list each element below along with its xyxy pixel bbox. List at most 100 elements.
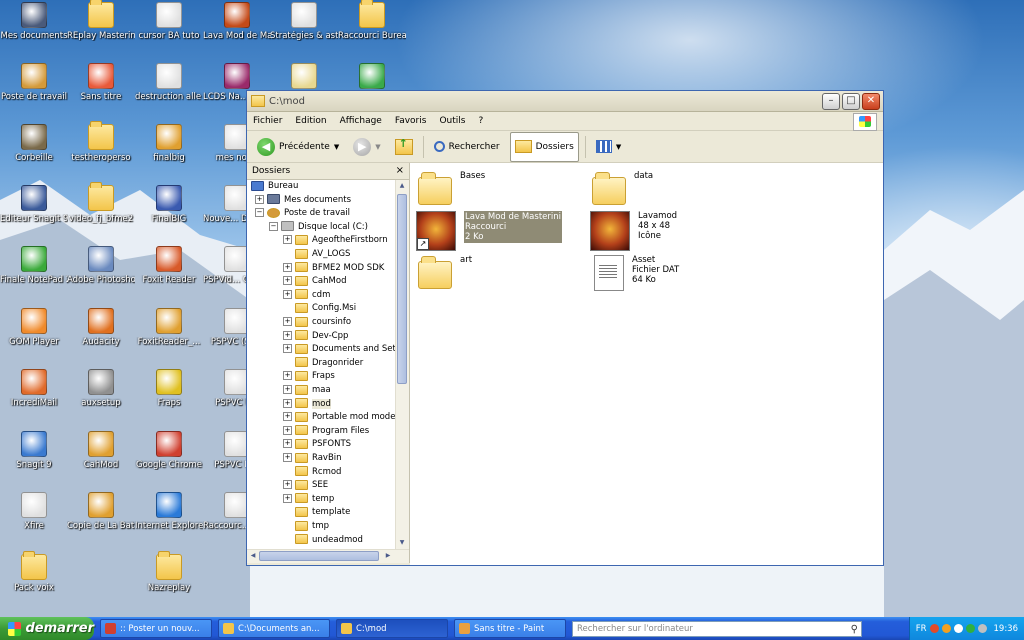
tree-item[interactable]: + Fraps <box>283 370 335 383</box>
volume-icon[interactable] <box>977 624 987 633</box>
collapse-icon[interactable]: − <box>255 208 264 218</box>
desktop-icon-strat-gies-astuces[interactable]: Stratégies & astuces <box>270 2 338 58</box>
start-button[interactable]: demarrer <box>0 617 94 640</box>
minimize-button[interactable]: – <box>822 92 840 110</box>
close-icon[interactable]: × <box>396 163 404 179</box>
collapse-icon[interactable]: − <box>269 221 278 231</box>
expand-icon[interactable]: + <box>283 371 292 381</box>
desktop-icon-adobe-photoshop-cs[interactable]: Adobe Photoshop CS <box>67 246 135 302</box>
tree-item[interactable]: + Documents and Settir <box>283 343 395 356</box>
tree-item[interactable]: Dragonrider <box>283 357 363 370</box>
tree-item[interactable]: Config.Msi <box>283 302 356 315</box>
expand-icon[interactable]: + <box>283 412 292 422</box>
tray-app-icon[interactable] <box>953 624 963 633</box>
scroll-down-icon[interactable]: ▼ <box>397 537 407 549</box>
expand-icon[interactable]: + <box>283 493 292 503</box>
desktop-icon-xfire[interactable]: Xfire <box>0 492 68 548</box>
desktop-icon-corbeille[interactable]: Corbeille <box>0 124 68 180</box>
tree-item[interactable]: + coursinfo <box>283 316 351 329</box>
desktop-icon-testheroperso[interactable]: testheroperso <box>67 121 135 180</box>
maximize-button[interactable]: □ <box>842 92 860 110</box>
menu-help[interactable]: ? <box>478 116 483 126</box>
back-button[interactable]: ◀ Précédente ▼ <box>253 136 343 158</box>
expand-icon[interactable]: + <box>283 289 292 299</box>
expand-icon[interactable]: + <box>283 398 292 408</box>
desktop-icon-poste-de-travail[interactable]: Poste de travail <box>0 63 68 119</box>
tree-horizontal-scrollbar[interactable]: ◀ ▶ <box>247 549 409 563</box>
tree-item[interactable]: + SEE <box>283 479 328 492</box>
file-item-data[interactable]: data <box>592 171 653 205</box>
desktop-search-input[interactable]: Rechercher sur l'ordinateur ⚲ <box>572 620 862 637</box>
file-item-lavamod[interactable]: Lavamod 48 x 48 Icône <box>590 211 677 251</box>
desktop-icon-foxitreader[interactable]: FoxitReader_... <box>135 308 203 364</box>
expand-icon[interactable]: + <box>283 480 292 490</box>
expand-icon[interactable]: + <box>283 453 292 462</box>
menu-fichier[interactable]: Fichier <box>253 116 282 126</box>
tree-item[interactable]: tmp <box>283 520 329 533</box>
taskbar-task[interactable]: C:\Documents an... <box>218 619 330 638</box>
desktop-icon-snagit-9[interactable]: Snagit 9 <box>0 431 68 487</box>
tree-item[interactable]: + RavBin <box>283 452 342 465</box>
desktop-icon-finalbig[interactable]: finalbig <box>135 124 203 180</box>
tree-item[interactable]: − Poste de travail <box>255 207 350 220</box>
desktop-icon-fraps[interactable]: Fraps <box>135 369 203 425</box>
desktop-icon-replay-masterini[interactable]: REplay Masterini <box>67 0 135 58</box>
tree-item[interactable]: + Program Files <box>283 425 369 438</box>
expand-icon[interactable]: + <box>283 385 292 394</box>
desktop-icon-auxsetup[interactable]: auxsetup <box>67 369 135 425</box>
desktop-icon-sans-titre[interactable]: Sans titre <box>67 63 135 119</box>
desktop-icon-destruction-alle-bfme2-re[interactable]: destruction alle BFME2 Re... <box>135 63 203 119</box>
expand-icon[interactable]: + <box>283 317 292 326</box>
menu-favoris[interactable]: Favoris <box>395 116 427 126</box>
search-button[interactable]: Rechercher <box>430 139 504 154</box>
taskbar-task[interactable]: :: Poster un nouv... <box>100 619 212 638</box>
tree-item[interactable]: undeadmod <box>283 534 363 547</box>
scroll-up-icon[interactable]: ▲ <box>397 180 407 192</box>
title-bar[interactable]: C:\mod – □ ✕ <box>247 91 883 112</box>
search-icon[interactable]: ⚲ <box>851 623 858 637</box>
file-item-lava-mod-de-masterini[interactable]: ↗ Lava Mod de Masterini Raccourci 2 Ko <box>416 211 562 251</box>
tree-item[interactable]: + cdm <box>283 289 330 302</box>
expand-icon[interactable]: + <box>283 276 292 286</box>
desktop-icon-lava-mod-de-masterini[interactable]: Lava Mod de Masterini <box>203 2 271 58</box>
tree-item[interactable]: + CahMod <box>283 275 346 288</box>
expand-icon[interactable]: + <box>255 194 264 204</box>
desktop-icon-audacity[interactable]: Audacity <box>67 308 135 364</box>
folders-button[interactable]: Dossiers <box>509 131 579 162</box>
tray-app-icon[interactable] <box>941 624 951 633</box>
desktop-icon-editeur-snagit-9[interactable]: Editeur Snagit 9 <box>0 185 68 241</box>
tree-item[interactable]: + AgeoftheFirstborn <box>283 234 388 247</box>
desktop-icon-foxit-reader[interactable]: Foxit Reader <box>135 246 203 302</box>
expand-icon[interactable]: + <box>283 235 292 245</box>
scroll-right-icon[interactable]: ▶ <box>383 550 393 562</box>
tree-item[interactable]: + Dev-Cpp <box>283 330 348 343</box>
desktop-icon-nazreplay[interactable]: Nazreplay <box>135 551 203 610</box>
desktop-icon-mes-documents[interactable]: Mes documents <box>0 2 68 58</box>
tree-vertical-scrollbar[interactable]: ▲ ▼ <box>395 180 409 549</box>
tree-item[interactable]: + BFME2 MOD SDK <box>283 262 384 275</box>
taskbar-task[interactable]: C:\mod <box>336 619 448 638</box>
desktop-icon-finale-notepad-2008[interactable]: Finale NotePad 2008 <box>0 246 68 302</box>
tree-item[interactable]: + PSFONTS <box>283 438 351 451</box>
tree-item[interactable]: AV_LOGS <box>283 248 350 261</box>
expand-icon[interactable]: + <box>283 330 292 340</box>
desktop-icon-copie-de-la-bataille-pour[interactable]: Copie de La Bataille Pour... <box>67 492 135 548</box>
menu-outils[interactable]: Outils <box>439 116 465 126</box>
desktop-icon-incredimail[interactable]: IncrediMail <box>0 369 68 425</box>
language-indicator[interactable]: FR <box>916 624 927 634</box>
expand-icon[interactable]: + <box>283 425 292 435</box>
desktop-icon-video-fj-bfme2[interactable]: video_fj_bfme2 <box>67 182 135 241</box>
menu-affichage[interactable]: Affichage <box>340 116 382 126</box>
expand-icon[interactable]: + <box>283 344 292 354</box>
expand-icon[interactable]: + <box>283 262 292 272</box>
tree-item[interactable]: + mod <box>283 398 331 411</box>
scroll-left-icon[interactable]: ◀ <box>248 550 258 562</box>
tree-item[interactable]: + maa <box>283 384 331 397</box>
desktop-icon-finalbig[interactable]: FinalBIG <box>135 185 203 241</box>
forward-button[interactable]: ▶ ▼ <box>349 136 384 158</box>
desktop-icon-cursor-ba-tuto[interactable]: cursor BA tuto <box>135 2 203 58</box>
file-item-asset[interactable]: Asset Fichier DAT 64 Ko <box>594 255 679 291</box>
desktop-icon-raccourci-bureau[interactable]: Raccourci Bureau... <box>338 0 406 58</box>
desktop-icon-pack-voix[interactable]: Pack voix <box>0 551 68 610</box>
tree-item[interactable]: + temp <box>283 493 334 506</box>
